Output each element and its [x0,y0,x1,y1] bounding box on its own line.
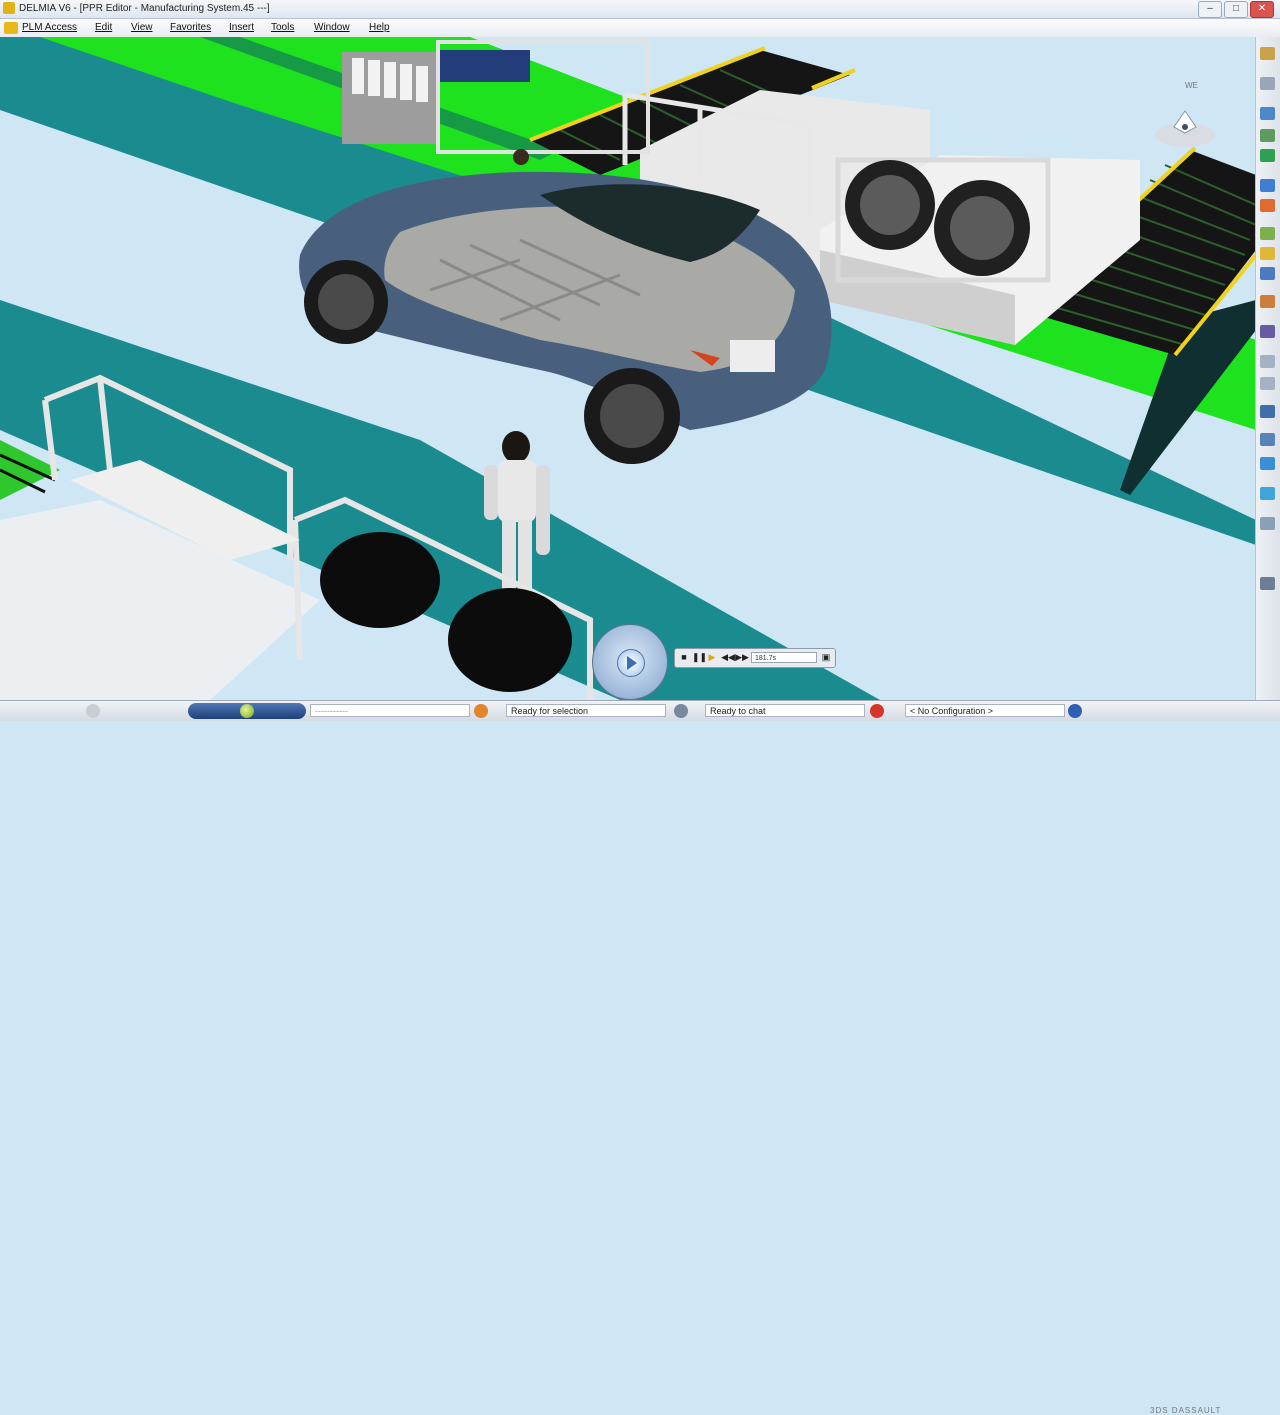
menu-insert[interactable]: Insert [229,22,254,33]
compass-menu-icon[interactable] [4,22,18,34]
constraint-icon[interactable] [1260,107,1275,120]
simulation-player: ■ ❚❚ ▶ ◀◀ ▶▶ 181.7s ▣ [674,648,836,668]
compass-label: WE [1185,81,1198,90]
menu-edit[interactable]: Edit [95,22,112,33]
play-button[interactable]: ▶ [707,652,717,663]
swap-visible-icon[interactable] [1260,457,1275,470]
dassault-logo: 3DS DASSAULT [1150,1406,1222,1415]
color-icon[interactable] [1260,199,1275,212]
pan-icon[interactable] [1260,247,1275,260]
menu-tools[interactable]: Tools [271,22,294,33]
properties-icon[interactable] [1260,487,1275,500]
config-icon[interactable] [870,704,884,718]
zoom-in-icon[interactable] [1260,295,1275,308]
chat-status: Ready to chat [705,704,865,717]
simulation-compass-dial[interactable] [592,624,668,700]
close-button[interactable]: ✕ [1250,1,1274,18]
window-controls: – □ ✕ [1198,1,1274,18]
shading-icon[interactable] [1260,405,1275,418]
dial-play-icon[interactable] [617,649,645,677]
zoom-out-icon[interactable] [1260,325,1275,338]
hide-show-icon[interactable] [1260,433,1275,446]
menu-window[interactable]: Window [314,22,350,33]
menu-favorites[interactable]: Favorites [170,22,211,33]
compass-status-icon[interactable] [1068,704,1082,718]
title-bar: DELMIA V6 - [PPR Editor - Manufacturing … [0,0,1280,19]
layer-icon[interactable] [1260,149,1275,162]
3d-compass-icon[interactable] [1150,103,1220,153]
rewind-button[interactable]: ◀◀ [721,652,735,663]
minimize-button[interactable]: – [1198,1,1222,18]
search-icon[interactable] [474,704,488,718]
menu-bar: PLM Access Edit View Favorites Insert To… [0,19,1280,38]
status-bar: ----------- Ready for selection Ready to… [0,700,1280,1415]
menu-plm-access[interactable]: PLM Access [22,22,77,33]
operator-background [513,149,529,165]
stop-button[interactable]: ■ [679,652,689,663]
fit-all-icon[interactable] [1260,227,1275,240]
chat-user-icon[interactable] [674,704,688,718]
delmia-app-icon [3,2,15,14]
menu-view[interactable]: View [131,22,153,33]
render-icon[interactable] [1260,577,1275,590]
search-input[interactable]: ----------- [310,704,470,717]
sync-icon[interactable] [1260,77,1275,90]
window-title: DELMIA V6 - [PPR Editor - Manufacturing … [19,3,270,14]
rotate-icon[interactable] [1260,267,1275,280]
measure-icon[interactable] [1260,129,1275,142]
menu-help[interactable]: Help [369,22,390,33]
save-icon[interactable] [1260,47,1275,60]
forward-button[interactable]: ▶▶ [735,652,749,663]
simulation-time-field[interactable]: 181.7s [751,652,817,663]
curve-icon[interactable] [1260,179,1275,192]
3d-viewport[interactable]: WE [0,37,1256,700]
selection-status: Ready for selection [506,704,666,717]
iso-view-icon[interactable] [1260,377,1275,390]
player-options-icon[interactable]: ▣ [821,652,831,663]
configuration-select[interactable]: < No Configuration > [905,704,1065,717]
pause-button[interactable]: ❚❚ [692,652,707,663]
right-toolbar [1255,37,1280,700]
normal-view-icon[interactable] [1260,355,1275,368]
maximize-button[interactable]: □ [1224,1,1248,18]
grid-icon[interactable] [1260,517,1275,530]
gear-icon[interactable] [86,704,100,718]
globe-icon[interactable] [240,704,254,718]
